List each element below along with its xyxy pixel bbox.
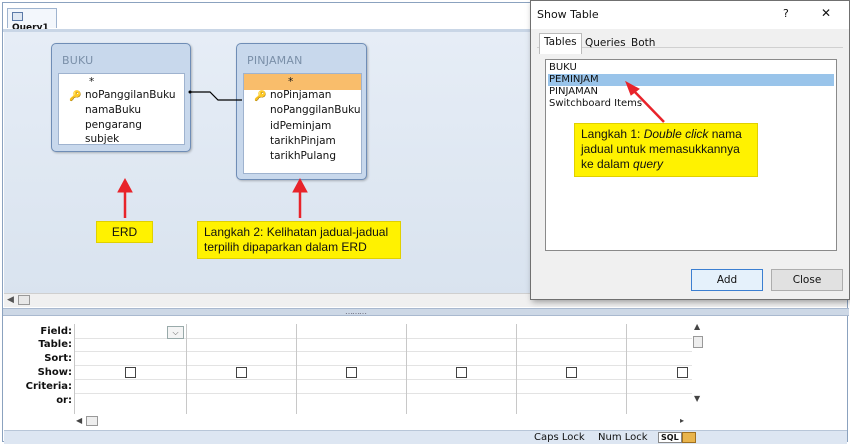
show-checkbox-1[interactable] [125, 367, 136, 378]
query-icon [12, 12, 23, 21]
row-label-criteria: Criteria: [25, 381, 72, 392]
annotation-langkah1-line1: Langkah 1: Double click nama [581, 127, 751, 142]
text-span: Langkah 1: [581, 127, 644, 141]
dialog-help-button[interactable]: ? [783, 7, 789, 20]
add-button[interactable]: Add [691, 269, 763, 291]
annotation-langkah2-line1: Langkah 2: Kelihatan jadual-jadual [204, 225, 389, 239]
scroll-up-icon[interactable]: ▲ [694, 322, 700, 331]
show-checkbox-6[interactable] [677, 367, 688, 378]
field-dropdown-chevron-icon[interactable]: ⌵ [167, 326, 184, 339]
text-span-italic: Double click [643, 127, 709, 141]
scroll-down-icon[interactable]: ▼ [694, 394, 700, 403]
table-list[interactable]: BUKU PEMINJAM PINJAMAN Switchboard Items… [545, 59, 837, 251]
text-span: ke dalam [581, 157, 634, 171]
design-view-icon[interactable] [682, 432, 696, 443]
grid-horizontal-scrollbar[interactable]: ◀ ▸ [74, 416, 692, 428]
row-label-show: Show: [37, 367, 72, 378]
relationship-end-dot [188, 90, 192, 94]
dialog-close-icon[interactable]: ✕ [821, 6, 831, 20]
show-checkbox-3[interactable] [346, 367, 357, 378]
show-checkbox-2[interactable] [236, 367, 247, 378]
sql-view-button[interactable]: SQL [658, 432, 682, 443]
scroll-right-icon[interactable]: ▸ [680, 416, 684, 425]
relationship-line [190, 91, 242, 101]
annotation-langkah1: Langkah 1: Double click nama jadual untu… [574, 123, 758, 177]
row-label-table: Table: [38, 339, 72, 350]
pane-splitter[interactable]: ……… [3, 307, 849, 316]
scroll-thumb[interactable] [18, 295, 30, 305]
annotation-langkah1-line3: ke dalam query [581, 157, 751, 172]
tab-queries[interactable]: Queries [581, 35, 630, 53]
dialog-title: Show Table [537, 8, 599, 21]
arrow-langkah2 [292, 177, 308, 218]
show-checkbox-4[interactable] [456, 367, 467, 378]
show-table-dialog: Show Table ? ✕ Tables Queries Both BUKU … [530, 0, 850, 300]
splitter-grip-icon: ……… [345, 307, 367, 316]
text-span-italic: query [633, 157, 664, 171]
caps-lock-indicator: Caps Lock [534, 432, 585, 443]
close-button[interactable]: Close [771, 269, 843, 291]
scroll-thumb[interactable] [86, 416, 98, 426]
annotation-langkah2: Langkah 2: Kelihatan jadual-jadual terpi… [197, 221, 401, 259]
show-checkbox-5[interactable] [566, 367, 577, 378]
status-bar: Caps Lock Num Lock SQL [4, 430, 847, 444]
tab-both[interactable]: Both [627, 35, 659, 53]
row-label-field: Field: [40, 326, 72, 337]
num-lock-indicator: Num Lock [598, 432, 648, 443]
scroll-left-icon[interactable]: ◀ [76, 416, 82, 425]
scroll-left-icon[interactable]: ◀ [7, 295, 14, 305]
scroll-thumb[interactable] [693, 336, 703, 348]
annotation-langkah1-line2: jadual untuk memasukkannya [581, 142, 740, 156]
row-label-sort: Sort: [44, 353, 72, 364]
annotation-langkah2-line2: terpilih dipaparkan dalam ERD [204, 240, 367, 254]
annotation-erd: ERD [96, 221, 153, 243]
row-label-or: or: [56, 395, 72, 406]
arrow-erd [117, 177, 133, 218]
query-tab[interactable]: Query1 [7, 8, 57, 33]
query-design-grid[interactable]: Field: Table: Sort: Show: Criteria: or: … [4, 316, 847, 430]
tab-tables[interactable]: Tables [539, 33, 582, 54]
grid-vertical-scrollbar[interactable]: ▲ ▼ [692, 322, 704, 412]
text-span: nama [708, 127, 742, 141]
